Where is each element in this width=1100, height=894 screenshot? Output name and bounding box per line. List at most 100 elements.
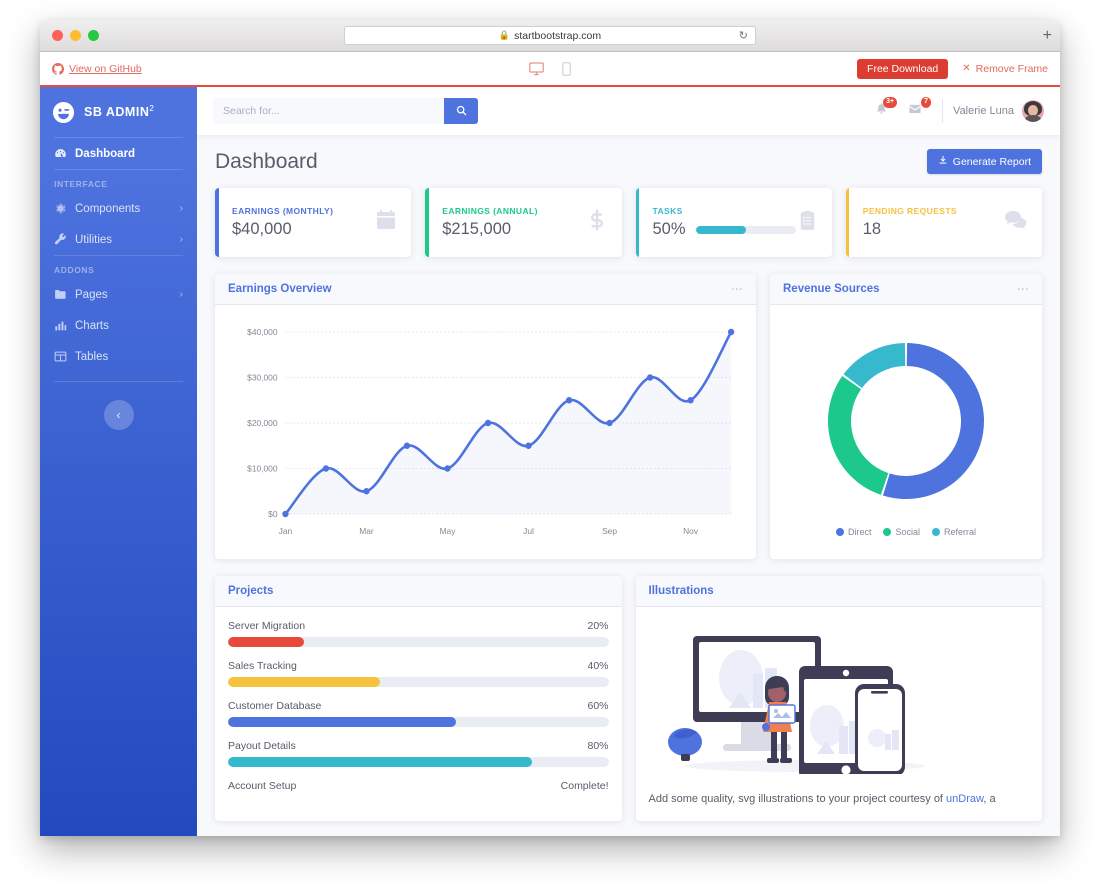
legend-label: Direct bbox=[847, 527, 872, 537]
legend-item[interactable]: Referral bbox=[932, 527, 976, 537]
illustrations-caption: Add some quality, svg illustrations to y… bbox=[648, 793, 996, 805]
device-preview-toggles[interactable] bbox=[529, 61, 571, 76]
clipboard-list-icon bbox=[796, 209, 819, 237]
remove-frame-button[interactable]: ✕ Remove Frame bbox=[962, 63, 1048, 75]
project-name: Payout Details bbox=[228, 740, 296, 752]
sidebar-item-label: Tables bbox=[75, 350, 109, 363]
svg-text:Sep: Sep bbox=[602, 526, 617, 536]
sidebar-item-label: Pages bbox=[75, 288, 108, 301]
notifications-button[interactable]: 3+ bbox=[864, 94, 898, 128]
revenue-sources-card: Revenue Sources ⋮ Direct Social Referral bbox=[770, 274, 1042, 559]
sidebar: SB ADMIN2 Dashboard INTERFACE Components… bbox=[40, 87, 197, 836]
donut-legend: Direct Social Referral bbox=[835, 527, 976, 537]
user-menu[interactable]: Valerie Luna bbox=[953, 100, 1044, 122]
generate-report-label: Generate Report bbox=[952, 155, 1031, 168]
minimize-window-icon[interactable] bbox=[70, 30, 81, 41]
browser-chrome: 🔒 startbootstrap.com ↻ + bbox=[40, 20, 1060, 52]
search-input[interactable] bbox=[213, 98, 444, 124]
sidebar-collapse-toggle[interactable]: ‹ bbox=[103, 400, 134, 430]
maximize-window-icon[interactable] bbox=[88, 30, 99, 41]
sidebar-item-components[interactable]: Components › bbox=[40, 193, 197, 224]
legend-item[interactable]: Social bbox=[883, 527, 920, 537]
stat-label: TASKS bbox=[652, 206, 683, 216]
free-download-button[interactable]: Free Download bbox=[857, 58, 949, 79]
messages-button[interactable]: 7 bbox=[898, 94, 932, 128]
stat-label: PENDING REQUESTS bbox=[862, 206, 957, 216]
project-row: Account Setup Complete! bbox=[228, 780, 609, 792]
earnings-line-chart[interactable]: $0 $10,000 $20,000 $30,000 $40,000 Jan Mar May J… bbox=[228, 318, 743, 546]
dollar-sign-icon bbox=[585, 208, 609, 237]
topbar-divider bbox=[942, 99, 944, 123]
card-body: Add some quality, svg illustrations to y… bbox=[636, 607, 1043, 821]
close-window-icon[interactable] bbox=[52, 30, 63, 41]
sidebar-heading-addons: ADDONS bbox=[54, 265, 95, 275]
brand-title: SB ADMIN2 bbox=[84, 104, 155, 120]
undraw-link[interactable]: unDraw bbox=[946, 793, 983, 805]
reload-icon[interactable]: ↻ bbox=[739, 29, 748, 42]
card-body: Direct Social Referral bbox=[770, 305, 1042, 559]
sidebar-item-utilities[interactable]: Utilities › bbox=[40, 224, 197, 255]
project-progress-fill bbox=[228, 677, 381, 687]
stat-card-row: EARNINGS (MONTHLY) $40,000 EARNINGS (ANN… bbox=[215, 188, 1042, 257]
project-percent: 60% bbox=[587, 700, 609, 712]
kebab-menu-icon[interactable]: ⋮ bbox=[730, 283, 744, 295]
legend-item[interactable]: Direct bbox=[835, 527, 872, 537]
sidebar-heading-interface: INTERFACE bbox=[54, 179, 108, 189]
sidebar-item-label: Dashboard bbox=[75, 147, 136, 160]
stat-card-earnings-annual[interactable]: EARNINGS (ANNUAL) $215,000 bbox=[425, 188, 622, 257]
card-header: Illustrations bbox=[635, 576, 1042, 607]
revenue-donut-chart[interactable]: Direct Social Referral bbox=[783, 318, 1029, 546]
kebab-menu-icon[interactable]: ⋮ bbox=[1016, 283, 1030, 295]
card-header: Projects bbox=[215, 576, 622, 607]
notifications-badge: 3+ bbox=[883, 97, 898, 108]
app-shell: SB ADMIN2 Dashboard INTERFACE Components… bbox=[40, 87, 1060, 836]
view-on-github-link[interactable]: View on GitHub bbox=[52, 62, 142, 75]
svg-text:Nov: Nov bbox=[683, 526, 699, 536]
calendar-icon bbox=[374, 208, 398, 237]
svg-text:$20,000: $20,000 bbox=[247, 418, 278, 428]
chevron-right-icon: › bbox=[179, 289, 183, 300]
stat-card-tasks[interactable]: TASKS 50% bbox=[635, 188, 832, 257]
gear-icon bbox=[54, 202, 67, 215]
search-button[interactable] bbox=[444, 98, 478, 124]
frame-toolbar: View on GitHub Free Download ✕ Remove Fr… bbox=[40, 52, 1060, 87]
topbar: 3+ 7 Valerie Luna bbox=[197, 87, 1060, 135]
project-name: Customer Database bbox=[228, 700, 322, 712]
project-percent: 20% bbox=[587, 620, 609, 632]
wrench-icon bbox=[54, 233, 67, 246]
project-name: Sales Tracking bbox=[228, 660, 297, 672]
card-title: Revenue Sources bbox=[783, 283, 880, 295]
charts-row: Earnings Overview ⋮ $0 $10,000 $20,000 $30,… bbox=[215, 274, 1042, 559]
bottom-row: Projects Server Migration 20% Sales Trac… bbox=[215, 576, 1043, 822]
sidebar-item-pages[interactable]: Pages › bbox=[40, 279, 197, 310]
tachometer-icon bbox=[54, 147, 67, 160]
avatar bbox=[1022, 100, 1044, 122]
new-tab-button[interactable]: + bbox=[1043, 27, 1052, 44]
sidebar-item-dashboard[interactable]: Dashboard bbox=[40, 138, 197, 169]
table-icon bbox=[54, 350, 67, 363]
project-progress-fill bbox=[228, 717, 457, 727]
stat-card-pending-requests[interactable]: PENDING REQUESTS 18 bbox=[845, 188, 1042, 257]
address-bar[interactable]: 🔒 startbootstrap.com ↻ bbox=[344, 26, 756, 45]
svg-text:$30,000: $30,000 bbox=[247, 372, 278, 382]
sidebar-item-tables[interactable]: Tables bbox=[40, 341, 197, 372]
sidebar-item-label: Utilities bbox=[75, 233, 113, 246]
projects-card: Projects Server Migration 20% Sales Trac… bbox=[215, 576, 622, 822]
comments-icon bbox=[1003, 208, 1029, 237]
chevron-right-icon: › bbox=[179, 203, 183, 214]
brand-logo-link[interactable]: SB ADMIN2 bbox=[40, 87, 197, 137]
card-title: Projects bbox=[228, 585, 274, 597]
projects-list: Server Migration 20% Sales Tracking 40% … bbox=[215, 607, 622, 821]
legend-color-dot bbox=[932, 528, 940, 536]
stat-card-earnings-monthly[interactable]: EARNINGS (MONTHLY) $40,000 bbox=[215, 188, 412, 257]
smiley-wink-icon bbox=[52, 101, 75, 124]
window-traffic-lights[interactable] bbox=[40, 30, 99, 41]
search-group[interactable] bbox=[213, 98, 478, 124]
sidebar-item-charts[interactable]: Charts bbox=[40, 310, 197, 341]
card-title: Illustrations bbox=[648, 585, 714, 597]
mobile-phone-icon[interactable] bbox=[562, 61, 571, 76]
project-percent: 80% bbox=[587, 740, 609, 752]
generate-report-button[interactable]: Generate Report bbox=[926, 149, 1042, 174]
card-header: Revenue Sources ⋮ bbox=[770, 274, 1042, 305]
desktop-monitor-icon[interactable] bbox=[529, 61, 544, 76]
